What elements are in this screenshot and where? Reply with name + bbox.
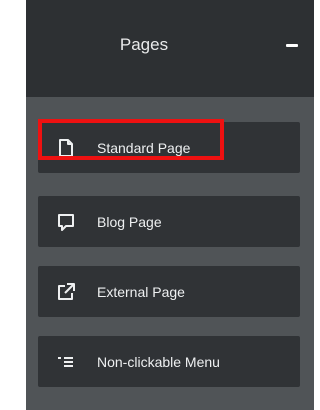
panel-header: Pages — [26, 0, 314, 97]
menu-item-label: Non-clickable Menu — [97, 354, 220, 370]
collapse-button[interactable] — [284, 38, 302, 52]
menu-item-blog-page[interactable]: Blog Page — [38, 196, 300, 247]
minus-icon — [286, 44, 298, 47]
menu-item-standard-page[interactable]: Standard Page — [38, 122, 300, 173]
panel-title: Pages — [119, 35, 169, 54]
menu-item-label: Blog Page — [97, 214, 162, 230]
external-link-icon — [56, 282, 76, 302]
menu-item-external-page[interactable]: External Page — [38, 266, 300, 317]
menu-item-label: External Page — [97, 284, 185, 300]
indented-list-icon — [56, 352, 76, 372]
menu-item-non-clickable-menu[interactable]: Non-clickable Menu — [38, 336, 300, 387]
pages-panel: Pages Standard Page Blog Page External P… — [26, 0, 314, 410]
menu-item-label: Standard Page — [97, 140, 191, 156]
document-icon — [56, 138, 76, 158]
comment-icon — [56, 212, 76, 232]
